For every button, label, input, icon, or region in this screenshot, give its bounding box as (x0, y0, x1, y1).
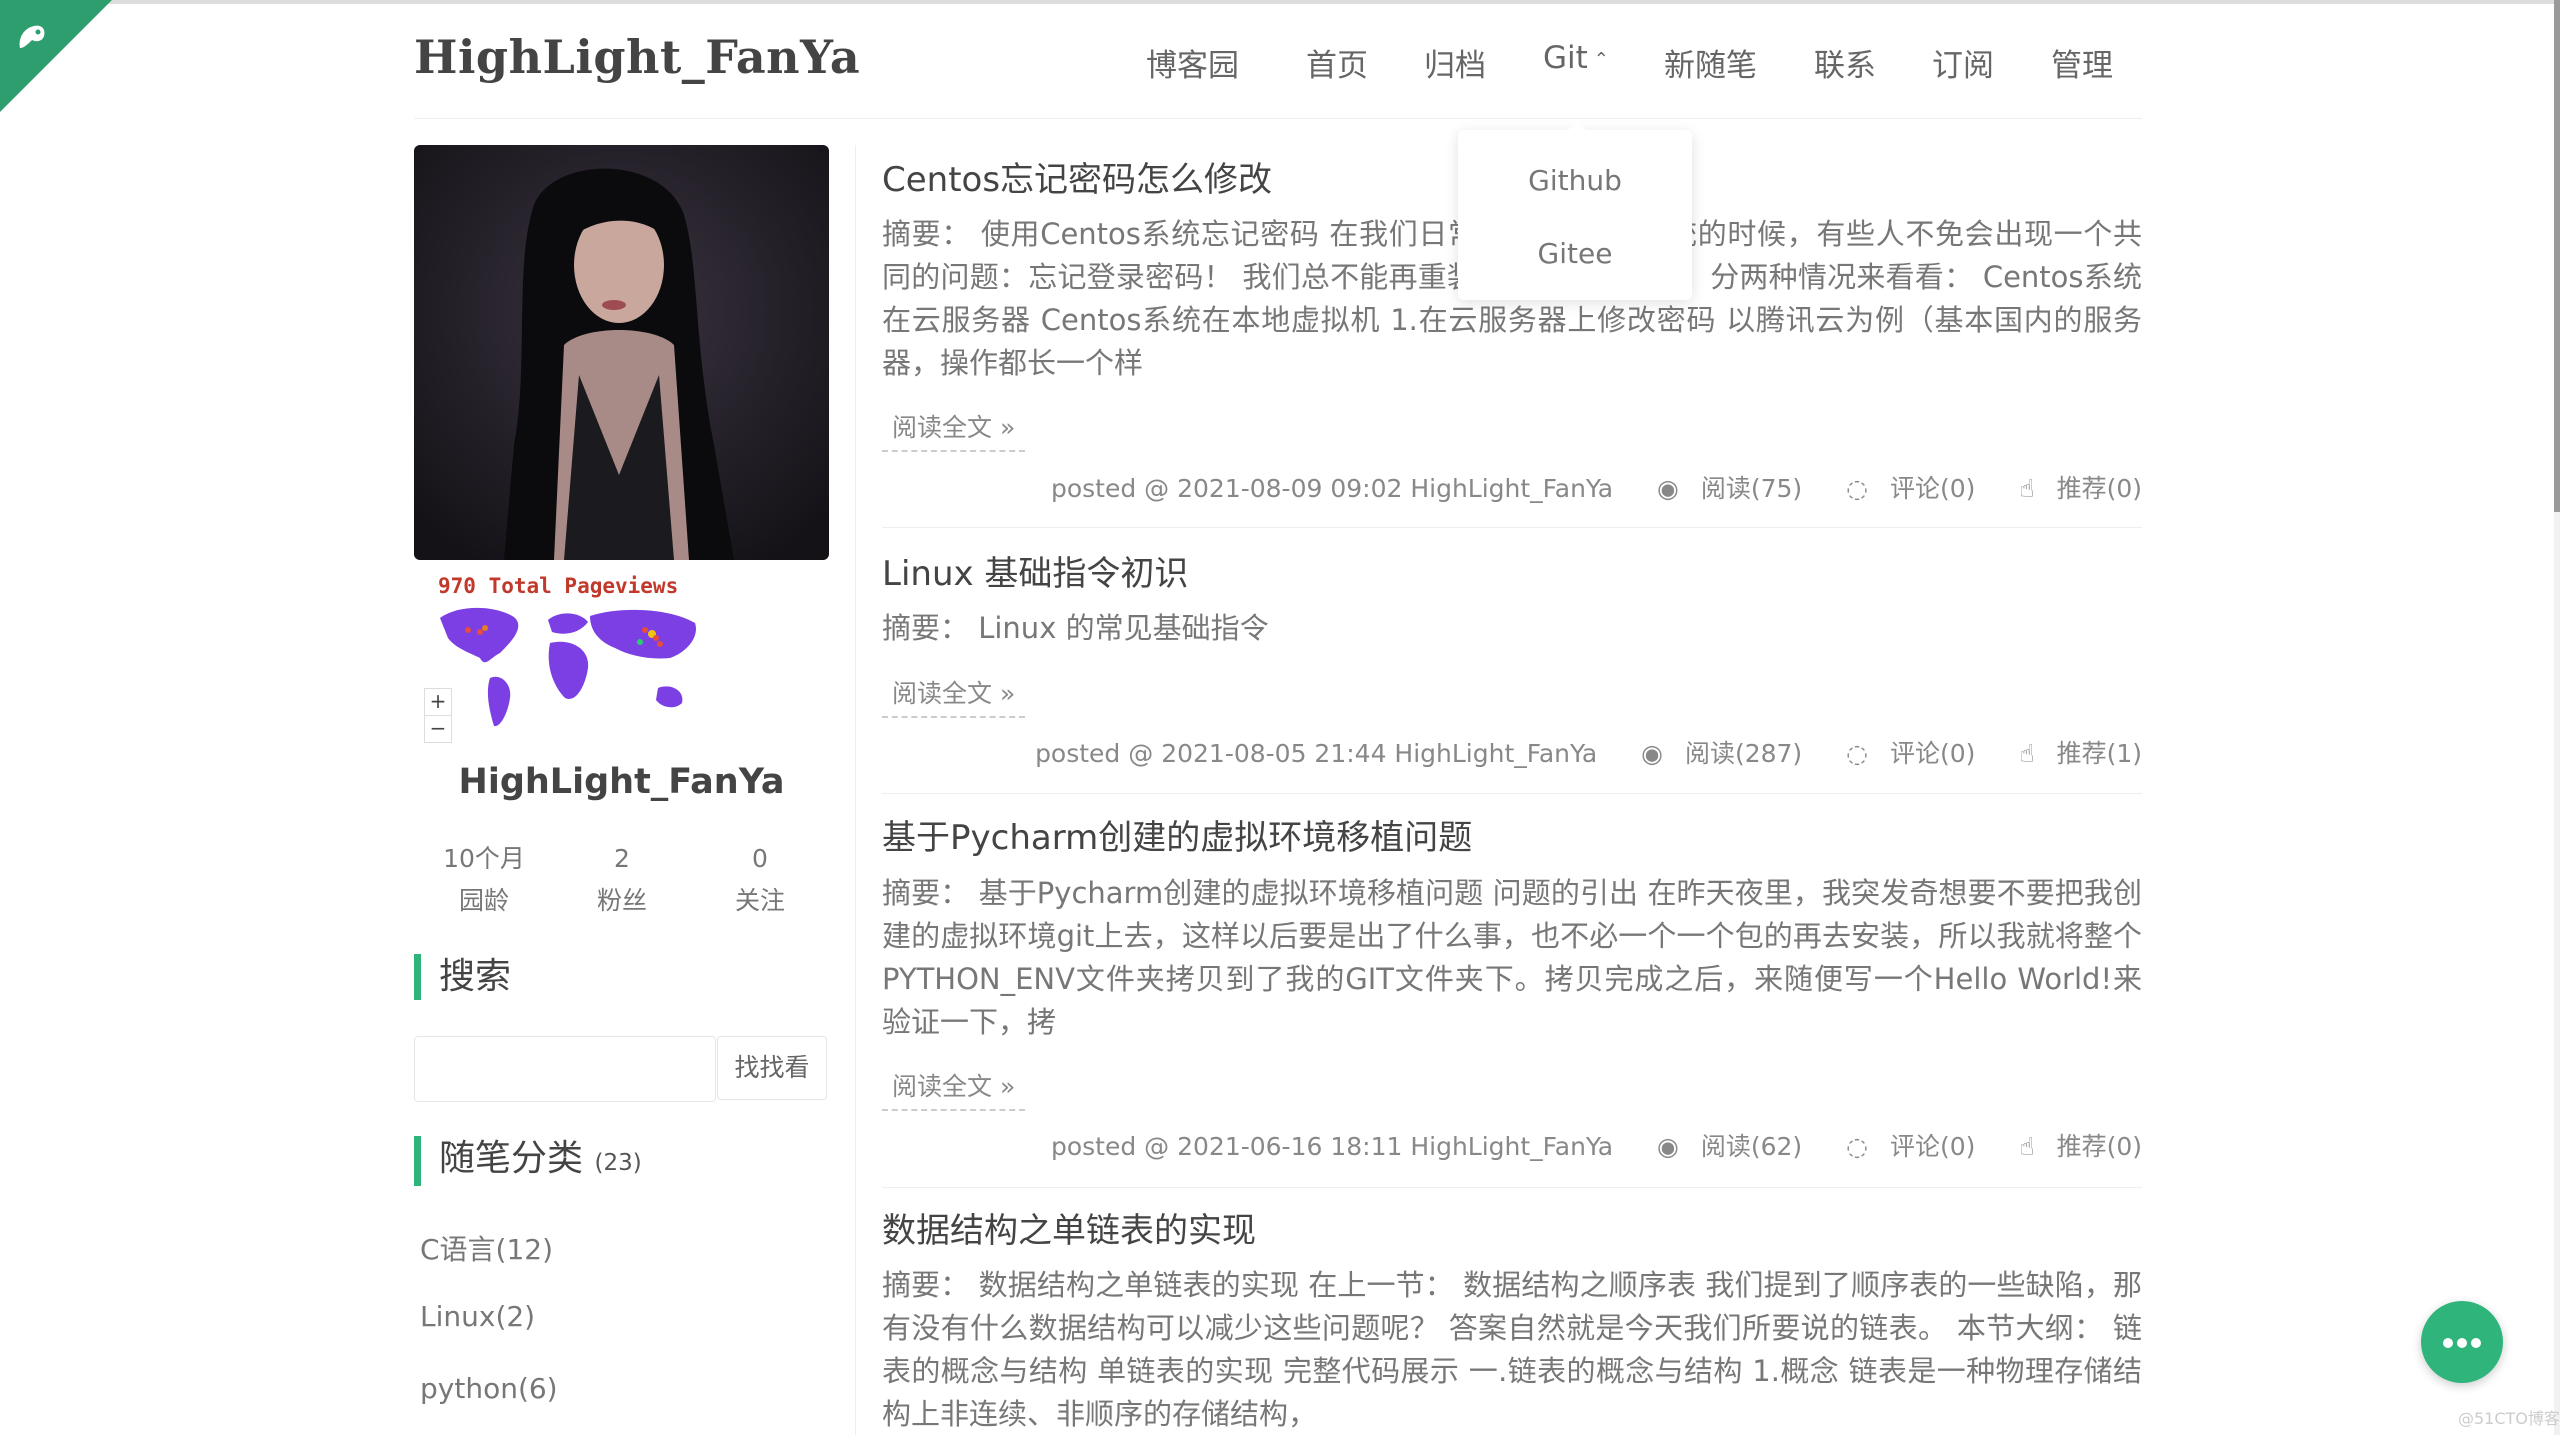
post-title[interactable]: 基于Pycharm创建的虚拟环境移植问题 (882, 810, 1472, 859)
post-comments-label: 评论(0) (1889, 474, 1976, 503)
stat-age[interactable]: 10个月 园龄 (414, 838, 554, 922)
nav-archive[interactable]: 归档 (1424, 40, 1486, 85)
category-item[interactable]: C语言(12) (420, 1228, 553, 1268)
search-button[interactable]: 找找看 (717, 1036, 827, 1100)
post-comments[interactable]: ◌ 评论(0) (1828, 474, 1975, 503)
more-icon (2471, 1338, 2481, 1348)
eye-icon: ◉ (1641, 739, 1663, 768)
site-title[interactable]: HighLight_FanYa (414, 30, 860, 84)
category-item[interactable]: Linux(2) (420, 1300, 535, 1333)
chevron-up-icon: ⌃ (1593, 49, 1609, 70)
avatar[interactable] (414, 145, 829, 560)
post-views[interactable]: ◉ 阅读(62) (1639, 1132, 1802, 1161)
stat-followers-label: 粉丝 (596, 886, 647, 915)
category-item[interactable]: python(6) (420, 1372, 558, 1405)
search-input[interactable] (414, 1036, 716, 1102)
comment-icon: ◌ (1846, 739, 1868, 768)
categories-count: (23) (594, 1150, 642, 1176)
more-button[interactable] (2421, 1301, 2503, 1383)
stat-following-value: 0 (752, 844, 768, 873)
post-summary: 摘要： 数据结构之单链表的实现 在上一节： 数据结构之顺序表 我们提到了顺序表的… (882, 1268, 2142, 1431)
post-meta: posted @ 2021-08-05 21:44 HighLight_FanY… (1017, 734, 2142, 770)
post-likes-label: 推荐(0) (2056, 1132, 2142, 1161)
profile-name: HighLight_FanYa (458, 762, 785, 802)
categories-heading-label: 随笔分类 (439, 1138, 584, 1179)
search-heading: 搜索 (414, 954, 511, 1000)
read-more-link[interactable]: 阅读全文 » (882, 1067, 1026, 1111)
post-comments[interactable]: ◌ 评论(0) (1828, 1132, 1975, 1161)
stat-followers[interactable]: 2 粉丝 (552, 838, 692, 922)
post-likes[interactable]: ☝ 推荐(0) (2001, 1132, 2142, 1161)
post-likes-label: 推荐(1) (2056, 739, 2142, 768)
nav-git-label: Git (1543, 40, 1588, 76)
dropdown-item-gitee[interactable]: Gitee (1458, 237, 1692, 270)
stat-age-label: 园龄 (458, 886, 509, 915)
stat-following[interactable]: 0 关注 (690, 838, 830, 922)
post-posted[interactable]: posted @ 2021-06-16 18:11 HighLight_FanY… (1051, 1132, 1613, 1161)
post-likes-label: 推荐(0) (2056, 474, 2142, 503)
more-icon (2457, 1338, 2467, 1348)
post-title[interactable]: Linux 基础指令初识 (882, 546, 1188, 595)
visitor-map[interactable] (430, 598, 730, 748)
nav-cnblogs[interactable]: 博客园 (1146, 40, 1239, 85)
post-comments[interactable]: ◌ 评论(0) (1828, 739, 1975, 768)
stat-following-label: 关注 (734, 886, 785, 915)
post-views-label: 阅读(287) (1684, 739, 1803, 768)
read-more-link[interactable]: 阅读全文 » (882, 408, 1026, 452)
post-title[interactable]: Centos忘记密码怎么修改 (882, 152, 1272, 201)
nav-git[interactable]: Git ⌃ (1543, 40, 1609, 76)
post-likes[interactable]: ☝ 推荐(1) (2001, 739, 2142, 768)
git-dropdown-menu: Github Gitee (1458, 130, 1692, 300)
map-zoom-in-button[interactable]: + (424, 688, 452, 716)
nav-subscribe[interactable]: 订阅 (1932, 40, 1994, 85)
comment-icon: ◌ (1846, 474, 1868, 503)
post-views[interactable]: ◉ 阅读(287) (1623, 739, 1802, 768)
post-comments-label: 评论(0) (1889, 1132, 1976, 1161)
nav-home[interactable]: 首页 (1306, 40, 1368, 85)
read-more-link[interactable]: 阅读全文 » (882, 674, 1026, 718)
post-views-label: 阅读(75) (1700, 474, 1803, 503)
post-divider (882, 1187, 2142, 1188)
comment-icon: ◌ (1846, 1132, 1868, 1161)
dropdown-arrow (1567, 121, 1587, 131)
categories-heading: 随笔分类 (23) (414, 1136, 642, 1186)
eye-icon: ◉ (1657, 474, 1679, 503)
post-likes[interactable]: ☝ 推荐(0) (2001, 474, 2142, 503)
post-divider (882, 527, 2142, 528)
post-meta: posted @ 2021-06-16 18:11 HighLight_FanY… (1033, 1127, 2142, 1163)
nav-admin[interactable]: 管理 (2051, 40, 2113, 85)
pageviews-counter: 970 Total Pageviews (438, 574, 679, 598)
header-divider (414, 118, 2142, 119)
dropdown-item-github[interactable]: Github (1458, 164, 1692, 197)
post-divider (882, 793, 2142, 794)
post-meta: posted @ 2021-08-09 09:02 HighLight_FanY… (1033, 469, 2142, 505)
thumbs-up-icon: ☝ (2019, 474, 2035, 503)
column-divider (855, 145, 856, 1435)
post-views-label: 阅读(62) (1700, 1132, 1803, 1161)
map-zoom-out-button[interactable]: − (424, 715, 452, 743)
thumbs-up-icon: ☝ (2019, 1132, 2035, 1161)
nav-new-post[interactable]: 新随笔 (1664, 40, 1757, 85)
post-summary: 摘要： Linux 的常见基础指令 (882, 611, 1269, 645)
post-summary: 摘要： 基于Pycharm创建的虚拟环境移植问题 问题的引出 在昨天夜里，我突发… (882, 876, 2142, 1039)
post-views[interactable]: ◉ 阅读(75) (1639, 474, 1802, 503)
post-comments-label: 评论(0) (1889, 739, 1976, 768)
eye-icon: ◉ (1657, 1132, 1679, 1161)
thumbs-up-icon: ☝ (2019, 739, 2035, 768)
post-title[interactable]: 数据结构之单链表的实现 (882, 1203, 1256, 1252)
post-posted[interactable]: posted @ 2021-08-05 21:44 HighLight_FanY… (1035, 739, 1597, 768)
top-border (0, 0, 2560, 4)
stat-followers-value: 2 (614, 844, 630, 873)
corner-logo-icon[interactable] (12, 18, 52, 58)
nav-contact[interactable]: 联系 (1814, 40, 1876, 85)
scrollbar-thumb[interactable] (2554, 0, 2560, 512)
more-icon (2443, 1338, 2453, 1348)
watermark: @51CTO博客 (2458, 1409, 2560, 1428)
stat-age-value: 10个月 (443, 844, 525, 873)
post-posted[interactable]: posted @ 2021-08-09 09:02 HighLight_FanY… (1051, 474, 1613, 503)
